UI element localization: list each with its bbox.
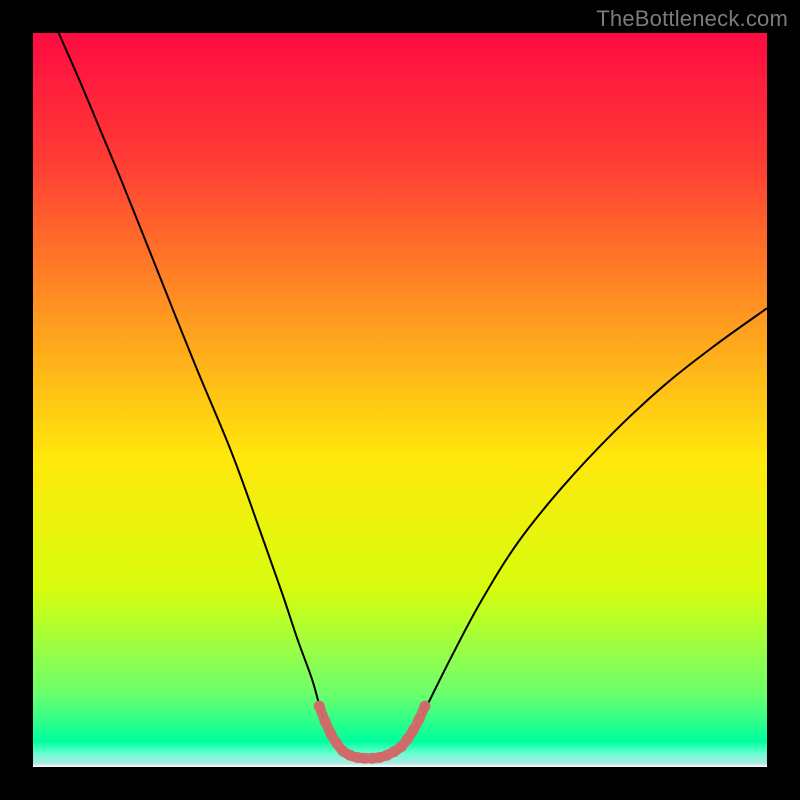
plot-gradient	[33, 33, 767, 767]
chart-container: TheBottleneck.com	[0, 0, 800, 800]
watermark-text: TheBottleneck.com	[596, 6, 788, 32]
chart-svg	[0, 0, 800, 800]
